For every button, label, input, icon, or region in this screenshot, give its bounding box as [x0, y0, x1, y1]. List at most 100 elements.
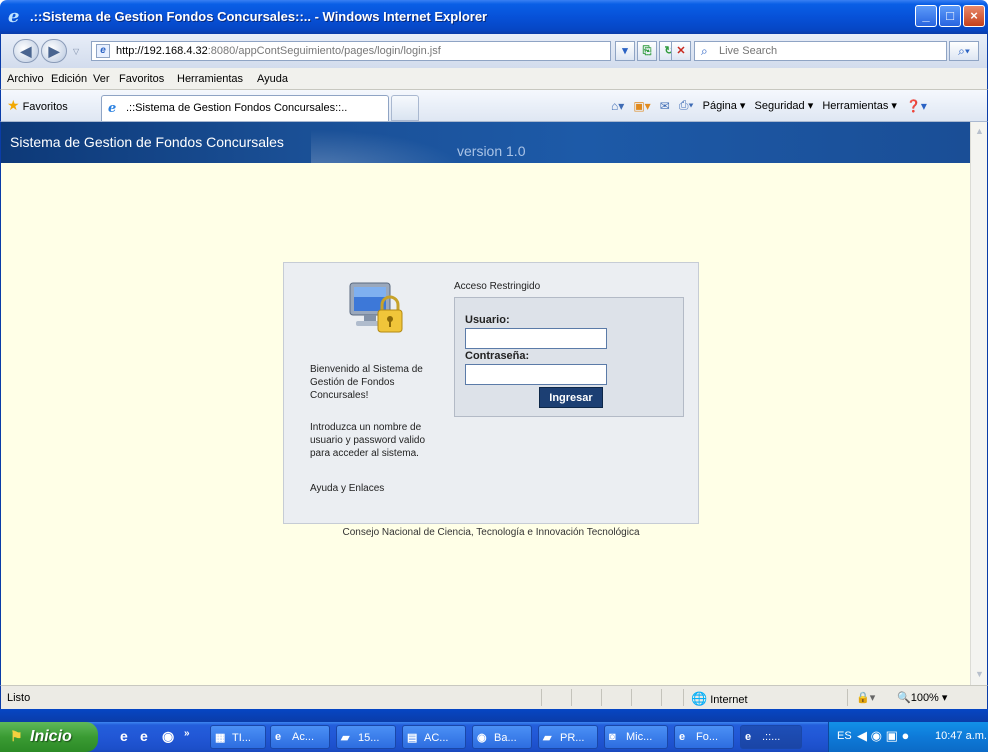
system-tray: ES ◀ ◉ ▣ ● 10:47 a.m. — [828, 722, 988, 752]
login-form: Usuario: Contraseña: Ingresar — [454, 297, 684, 417]
menu-herramientas[interactable]: Herramientas — [177, 73, 243, 85]
task-ie-icon: e — [745, 731, 752, 743]
ie-logo-icon: e — [8, 6, 20, 27]
password-label: Contraseña: — [465, 350, 530, 362]
site-banner: Sistema de Gestion de Fondos Concursales… — [1, 122, 970, 163]
help-icon[interactable]: ❓▾ — [906, 99, 927, 113]
task-folder-icon: ▰ — [543, 732, 552, 744]
tab-label: .::Sistema de Gestion Fondos Concursales… — [126, 102, 348, 114]
globe-icon: 🌐 — [691, 691, 708, 706]
quicklaunch-more-icon[interactable]: » — [184, 728, 190, 739]
zoom-control[interactable]: 🔍100% ▾ — [897, 691, 947, 704]
security-menu[interactable]: Seguridad ▾ — [755, 99, 814, 112]
task-button[interactable]: ▰ PR... — [538, 725, 598, 749]
favorites-label: Favoritos — [22, 101, 68, 113]
url-host: http://192.168.4.32 — [116, 45, 208, 57]
task-button[interactable]: e Fo... — [674, 725, 734, 749]
status-bar: Listo 🌐 Internet 🔒▾ 🔍100% ▾ — [0, 685, 988, 709]
site-version: version 1.0 — [457, 143, 526, 159]
minimize-button[interactable]: _ — [915, 5, 937, 27]
window-title: .::Sistema de Gestion Fondos Concursales… — [30, 9, 488, 24]
tab-login[interactable]: e .::Sistema de Gestion Fondos Concursal… — [101, 95, 389, 121]
tray-icons[interactable]: ◀ ◉ ▣ ● — [857, 728, 909, 744]
task-button[interactable]: ◉ Ba... — [472, 725, 532, 749]
task-button-active[interactable]: e.::... — [740, 725, 802, 749]
status-text: Listo — [7, 692, 31, 704]
new-tab-button[interactable] — [391, 95, 419, 121]
task-folder-icon: ▰ — [341, 732, 350, 744]
task-pdf-icon: ▤ — [407, 732, 418, 744]
url-path: :8080/appContSeguimiento/pages/login/log… — [207, 45, 441, 57]
search-icon: ⌕ — [701, 44, 708, 58]
clock[interactable]: 10:47 a.m. — [935, 730, 987, 742]
forward-button[interactable]: ▶ — [41, 39, 67, 63]
tools-menu[interactable]: Herramientas ▾ — [822, 99, 897, 112]
windows-flag-icon: ⚑ — [10, 728, 23, 744]
footer-text: Consejo Nacional de Ciencia, Tecnología … — [342, 527, 640, 538]
help-link[interactable]: Ayuda y Enlaces — [310, 483, 384, 494]
command-bar: ⌂▾ ▣▾ ✉ ⎙▾ Página ▾ Seguridad ▾ Herramie… — [611, 98, 933, 113]
task-app-icon: ▦ — [215, 732, 226, 744]
search-box[interactable]: ⌕ — [694, 41, 947, 61]
restricted-access-label: Acceso Restringido — [454, 281, 541, 292]
quicklaunch-ie2-icon[interactable]: e — [140, 728, 148, 744]
task-button[interactable]: ▰ 15... — [336, 725, 396, 749]
back-button[interactable]: ◀ — [13, 39, 39, 63]
search-go-button[interactable]: ⌕▾ — [949, 41, 979, 61]
window-title-bar[interactable]: e .::Sistema de Gestion Fondos Concursal… — [0, 0, 988, 34]
address-dropdown-icon[interactable]: ▾ — [615, 41, 635, 61]
task-ie-icon: e — [275, 731, 282, 743]
intro-text: Introduzca un nombre de usuario y passwo… — [310, 422, 426, 459]
window-bottom-border — [0, 709, 988, 722]
zoom-level: 100% — [910, 692, 939, 704]
task-firefox-icon: ◉ — [477, 732, 487, 744]
feeds-icon[interactable]: ▣▾ — [633, 99, 650, 113]
menu-edicion[interactable]: Edición — [51, 73, 87, 85]
language-indicator[interactable]: ES — [837, 730, 852, 742]
task-button[interactable]: ▦ TI... — [210, 725, 266, 749]
page-icon: e — [96, 44, 110, 58]
address-bar: ◀ ▶ ▽ e http://192.168.4.32:8080/appCont… — [0, 34, 988, 68]
task-app-icon: ◙ — [609, 731, 616, 743]
quicklaunch-ie-icon[interactable]: e — [120, 728, 128, 744]
menu-bar: Archivo Edición Ver Favoritos Herramient… — [0, 68, 988, 90]
quicklaunch-firefox-icon[interactable]: ◉ — [162, 728, 174, 745]
ie-tab-icon: e — [108, 101, 117, 116]
maximize-button[interactable]: □ — [939, 5, 961, 27]
close-button[interactable]: × — [963, 5, 985, 27]
start-button[interactable]: ⚑ Inicio — [0, 722, 98, 752]
site-title: Sistema de Gestion de Fondos Concursales — [10, 134, 284, 150]
favorites-bar: ★ Favoritos e .::Sistema de Gestion Fondo… — [0, 90, 988, 122]
monitor-lock-icon — [349, 282, 403, 333]
task-button[interactable]: ◙ Mic... — [604, 725, 668, 749]
start-label: Inicio — [30, 728, 72, 745]
vertical-scrollbar[interactable]: ▲ ▼ — [970, 122, 988, 685]
favorites-button[interactable]: ★ Favoritos — [7, 97, 68, 114]
print-icon[interactable]: ⎙▾ — [679, 98, 694, 113]
history-dropdown-icon[interactable]: ▽ — [73, 47, 79, 56]
scroll-up-icon[interactable]: ▲ — [973, 124, 986, 139]
task-button[interactable]: ▤ AC... — [402, 725, 466, 749]
url-field[interactable]: e http://192.168.4.32:8080/appContSeguim… — [91, 41, 611, 61]
protected-mode-icon[interactable]: 🔒▾ — [856, 691, 875, 704]
mail-icon[interactable]: ✉ — [660, 99, 670, 113]
menu-ver[interactable]: Ver — [93, 73, 110, 85]
page-menu[interactable]: Página ▾ — [703, 99, 746, 112]
task-ie-icon: e — [679, 731, 686, 743]
zone-label: Internet — [710, 694, 748, 706]
home-icon[interactable]: ⌂▾ — [611, 99, 624, 113]
password-input[interactable] — [465, 364, 607, 385]
security-zone[interactable]: 🌐 Internet — [691, 691, 748, 707]
task-button[interactable]: e Ac... — [270, 725, 330, 749]
search-input[interactable] — [719, 44, 939, 58]
menu-favoritos[interactable]: Favoritos — [119, 73, 164, 85]
compatibility-icon[interactable]: ⎘ — [637, 41, 657, 61]
username-label: Usuario: — [465, 314, 510, 326]
login-button[interactable]: Ingresar — [539, 387, 603, 408]
star-icon: ★ — [7, 97, 20, 113]
username-input[interactable] — [465, 328, 607, 349]
stop-icon[interactable]: ✕ — [671, 41, 691, 61]
scroll-down-icon[interactable]: ▼ — [973, 667, 986, 682]
menu-archivo[interactable]: Archivo — [7, 73, 44, 85]
menu-ayuda[interactable]: Ayuda — [257, 73, 288, 85]
